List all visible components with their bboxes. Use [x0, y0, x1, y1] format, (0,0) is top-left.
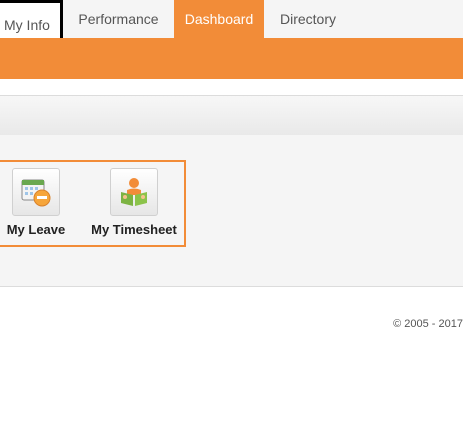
quick-launch-my-leave[interactable]: My Leave	[0, 168, 74, 237]
quick-launch-panel: My Leave My Timesheet	[0, 160, 186, 247]
main-menu: My Info Performance Dashboard Directory	[0, 0, 463, 38]
quick-launch-my-leave-label: My Leave	[6, 222, 66, 237]
tab-directory[interactable]: Directory	[268, 0, 348, 38]
tab-performance-label: Performance	[78, 11, 159, 27]
tab-my-info[interactable]: My Info	[0, 0, 63, 38]
quick-launch-my-timesheet[interactable]: My Timesheet	[86, 168, 182, 237]
submenu-bar	[0, 38, 463, 79]
tab-performance[interactable]: Performance	[68, 0, 169, 38]
tab-my-info-label: My Info	[4, 17, 50, 33]
copyright-text: © 2005 - 2017	[393, 318, 463, 330]
tab-dashboard-label: Dashboard	[184, 11, 254, 27]
tab-directory-label: Directory	[279, 11, 336, 27]
quick-launch-my-timesheet-label: My Timesheet	[91, 222, 177, 237]
tab-dashboard[interactable]: Dashboard	[174, 0, 264, 38]
panel-header-bar	[0, 95, 463, 136]
person-reading-icon	[110, 168, 158, 216]
calendar-clock-icon	[12, 168, 60, 216]
